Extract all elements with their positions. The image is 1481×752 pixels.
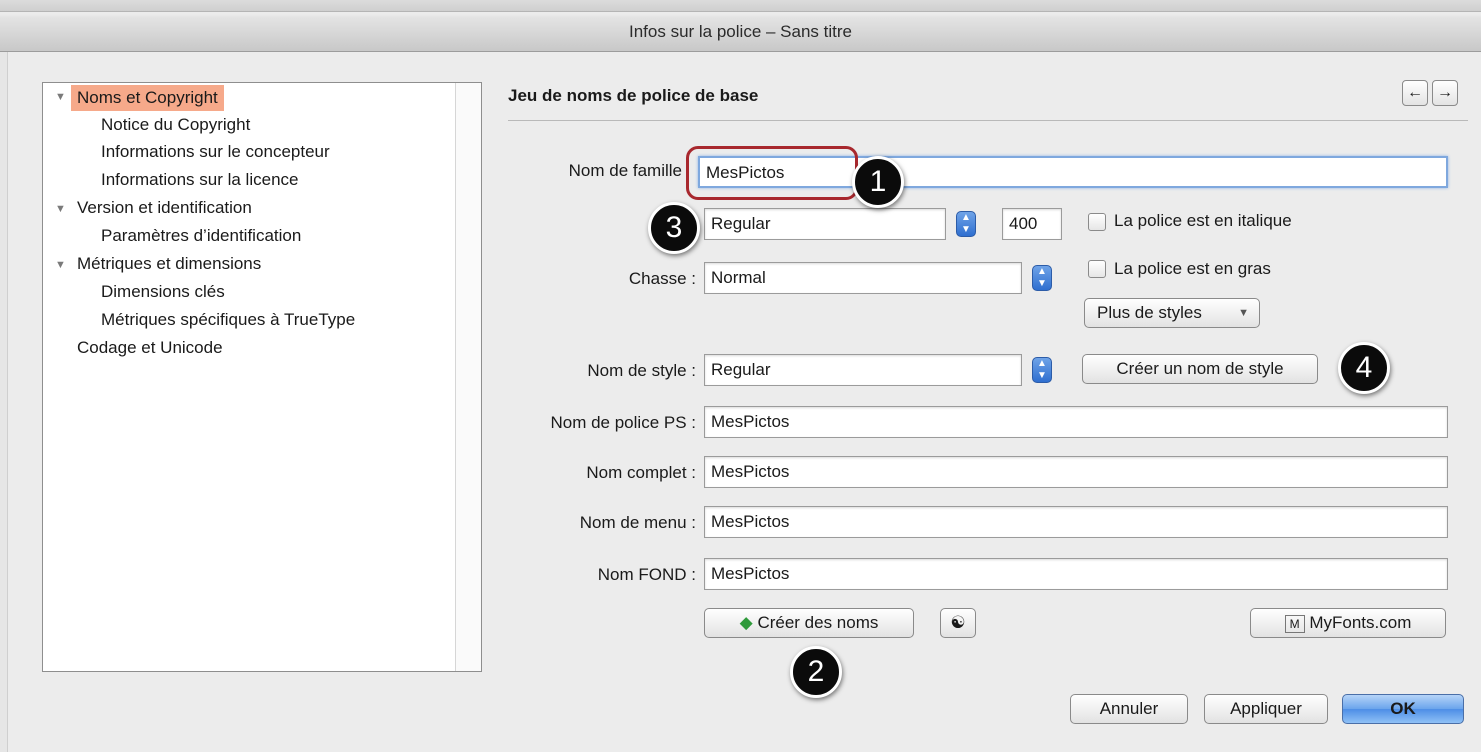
- tree-scrollbar[interactable]: [455, 83, 481, 671]
- callout-badge-3: 3: [648, 202, 700, 254]
- stepper-down-icon: ▼: [1037, 278, 1047, 289]
- annotation-ring: [686, 146, 858, 200]
- myfonts-logo-icon: M: [1284, 614, 1305, 633]
- cancel-button[interactable]: Annuler: [1070, 694, 1188, 724]
- ok-button[interactable]: OK: [1342, 694, 1464, 724]
- callout-badge-4: 4: [1338, 342, 1390, 394]
- more-styles-popup[interactable]: Plus de styles ▼: [1084, 298, 1260, 328]
- next-page-button[interactable]: →: [1432, 80, 1458, 106]
- style-name-label: Nom de style :: [587, 361, 696, 380]
- top-strip: [0, 0, 1481, 12]
- italic-checkbox[interactable]: [1088, 213, 1106, 231]
- stepper-up-icon: ▲: [1037, 358, 1047, 369]
- bold-checkbox[interactable]: [1088, 260, 1106, 278]
- section-divider: [508, 120, 1468, 121]
- italic-label[interactable]: La police est en italique: [1114, 211, 1292, 231]
- create-names-label: Créer des noms: [757, 613, 879, 632]
- tree-item-codage[interactable]: Codage et Unicode: [77, 335, 223, 361]
- create-style-name-button[interactable]: Créer un nom de style: [1082, 354, 1318, 384]
- disclosure-triangle-icon[interactable]: ▼: [55, 259, 66, 271]
- create-names-button[interactable]: ◆ Créer des noms: [704, 608, 914, 638]
- window-titlebar: Infos sur la police – Sans titre: [0, 0, 1481, 52]
- arrow-right-icon: →: [1437, 84, 1453, 101]
- category-tree[interactable]: ▼ Noms et Copyright Notice du Copyright …: [42, 82, 482, 672]
- myfonts-button[interactable]: M MyFonts.com: [1250, 608, 1446, 638]
- style-name-stepper[interactable]: ▲ ▼: [1032, 357, 1052, 383]
- tree-item-version[interactable]: Version et identification: [77, 195, 252, 221]
- stepper-up-icon: ▲: [1037, 266, 1047, 277]
- tree-item-identification[interactable]: Paramètres d’identification: [101, 223, 301, 249]
- full-name-label: Nom complet :: [586, 463, 696, 482]
- disclosure-triangle-icon[interactable]: ▼: [55, 203, 66, 215]
- window-title: Infos sur la police – Sans titre: [628, 22, 852, 41]
- menu-name-input[interactable]: MesPictos: [704, 506, 1448, 538]
- menu-name-label: Nom de menu :: [579, 513, 696, 532]
- chevron-down-icon: ▼: [1238, 307, 1249, 319]
- stepper-down-icon: ▼: [1037, 370, 1047, 381]
- gem-icon: ◆: [739, 613, 753, 632]
- fond-name-label: Nom FOND :: [597, 565, 696, 584]
- bold-label[interactable]: La police est en gras: [1114, 259, 1271, 279]
- yin-yang-icon: ☯: [950, 613, 966, 632]
- arrow-left-icon: ←: [1407, 84, 1423, 101]
- previous-page-button[interactable]: ←: [1402, 80, 1428, 106]
- fond-name-input[interactable]: MesPictos: [704, 558, 1448, 590]
- callout-badge-2: 2: [790, 646, 842, 698]
- stepper-up-icon: ▲: [961, 212, 971, 223]
- disclosure-triangle-icon[interactable]: ▼: [55, 91, 66, 103]
- tree-item-licence[interactable]: Informations sur la licence: [101, 167, 298, 193]
- stepper-down-icon: ▼: [961, 224, 971, 235]
- family-name-label: Nom de famille: [568, 161, 682, 180]
- style-name-input[interactable]: Regular: [704, 354, 1022, 386]
- yin-yang-button[interactable]: ☯: [940, 608, 976, 638]
- ps-name-label: Nom de police PS :: [550, 413, 696, 432]
- weight-stepper[interactable]: ▲ ▼: [956, 211, 976, 237]
- width-stepper[interactable]: ▲ ▼: [1032, 265, 1052, 291]
- section-title: Jeu de noms de police de base: [508, 86, 759, 105]
- tree-item-concepteur[interactable]: Informations sur le concepteur: [101, 139, 330, 165]
- weight-input[interactable]: Regular: [704, 208, 946, 240]
- width-input[interactable]: Normal: [704, 262, 1022, 294]
- full-name-input[interactable]: MesPictos: [704, 456, 1448, 488]
- apply-button[interactable]: Appliquer: [1204, 694, 1328, 724]
- callout-badge-1: 1: [852, 156, 904, 208]
- ps-name-input[interactable]: MesPictos: [704, 406, 1448, 438]
- tree-item-dimensions-cles[interactable]: Dimensions clés: [101, 279, 225, 305]
- background-window-edge: [0, 52, 8, 752]
- tree-item-metriques[interactable]: Métriques et dimensions: [77, 251, 261, 277]
- more-styles-label: Plus de styles: [1097, 303, 1202, 322]
- tree-item-notice-copyright[interactable]: Notice du Copyright: [101, 112, 250, 138]
- tree-item-truetype[interactable]: Métriques spécifiques à TrueType: [101, 307, 355, 333]
- tree-item-noms-copyright[interactable]: Noms et Copyright: [71, 85, 224, 111]
- weight-number-input[interactable]: 400: [1002, 208, 1062, 240]
- width-label: Chasse :: [628, 269, 696, 288]
- myfonts-label: MyFonts.com: [1309, 613, 1412, 632]
